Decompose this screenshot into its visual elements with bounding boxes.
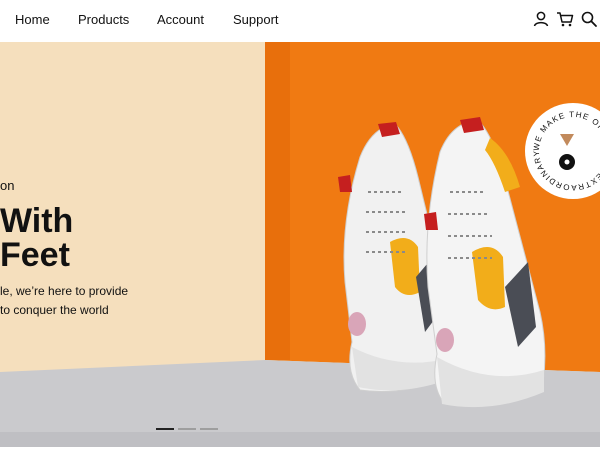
carousel-dot-3[interactable] bbox=[200, 428, 218, 430]
hero-description-line2: to conquer the world bbox=[0, 303, 109, 317]
hero-headline-line1: With bbox=[0, 202, 74, 240]
circular-badge: WE MAKE THE ORDINARY, EXTRAORDINARY. bbox=[522, 100, 600, 199]
hero-image bbox=[0, 42, 600, 447]
hero-description-line1: le, we’re here to provide bbox=[0, 284, 129, 298]
nav-link-support[interactable]: Support bbox=[233, 12, 279, 27]
nav-link-home[interactable]: Home bbox=[15, 12, 50, 27]
cart-icon[interactable] bbox=[556, 10, 574, 28]
user-icon[interactable] bbox=[532, 10, 550, 28]
hero-headline-line2: Feet bbox=[0, 236, 70, 274]
nav-link-products[interactable]: Products bbox=[78, 12, 129, 27]
search-icon[interactable] bbox=[580, 10, 598, 28]
nav-link-account[interactable]: Account bbox=[157, 12, 204, 27]
carousel-dot-2[interactable] bbox=[178, 428, 196, 430]
carousel-dot-1[interactable] bbox=[156, 428, 174, 430]
carousel-indicators bbox=[156, 428, 218, 430]
hero-banner: on With Feet le, we’re here to provide t… bbox=[0, 42, 600, 447]
hero-eyebrow: on bbox=[0, 178, 15, 193]
top-navigation: Home Products Account Support bbox=[0, 0, 600, 42]
